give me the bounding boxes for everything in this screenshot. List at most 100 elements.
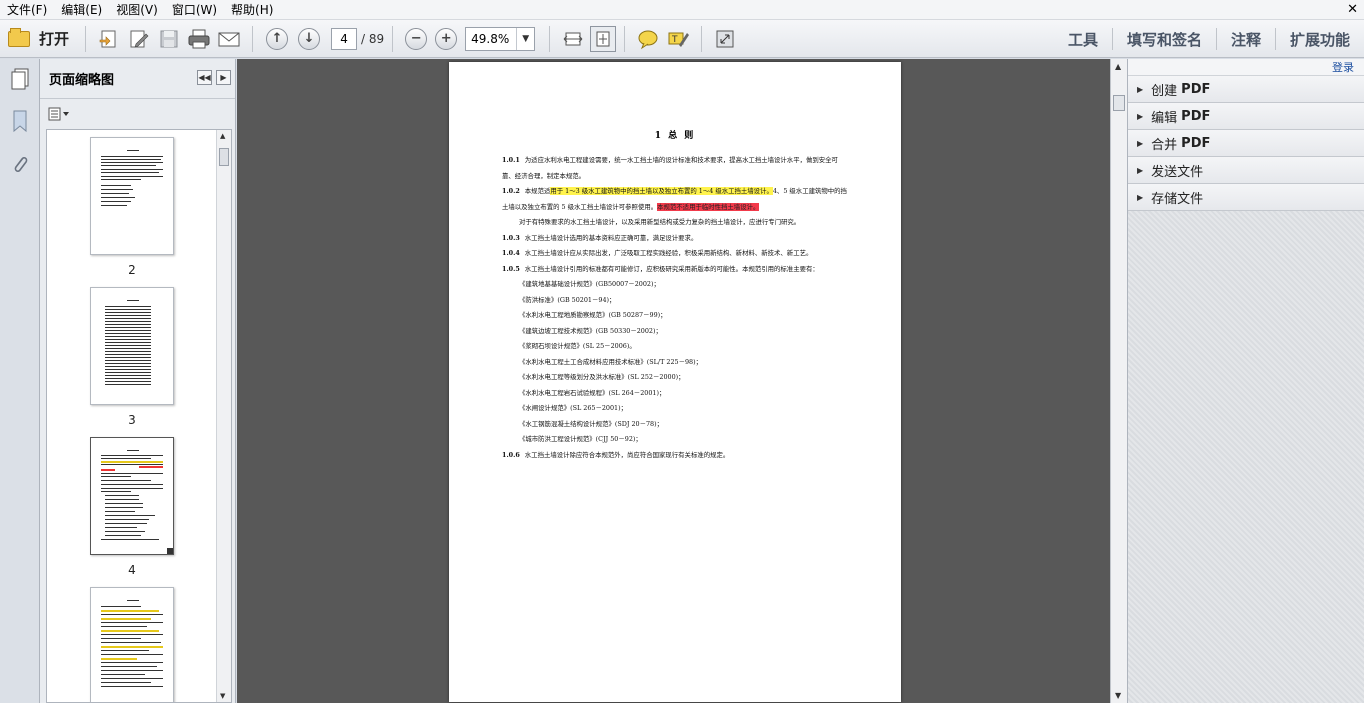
- standard-item: 《浆砌石坝设计规范》(SL 25－2006)。: [519, 342, 636, 350]
- collapse-panel-icon[interactable]: ◀◀: [197, 70, 212, 85]
- thumbnail-page-3[interactable]: [90, 287, 174, 405]
- menu-file[interactable]: 文件(F): [0, 0, 54, 20]
- chevron-right-icon[interactable]: ▶: [216, 70, 231, 85]
- create-button[interactable]: [94, 24, 124, 54]
- scrollbar-thumb[interactable]: [219, 148, 229, 166]
- edit-pdf-item[interactable]: ▶ 编辑 PDF: [1128, 103, 1364, 130]
- menu-help[interactable]: 帮助(H): [224, 0, 280, 20]
- toolbar: 打开 ↑ ↓ 4 / 89 − + 49.8% ▼ T 工具 填写和签名 注释 …: [0, 20, 1364, 58]
- highlight-button[interactable]: T: [663, 24, 693, 54]
- login-link[interactable]: 登录: [1128, 59, 1364, 76]
- standard-item: 《建筑边坡工程技术规范》(GB 50330－2002)；: [519, 326, 662, 335]
- bookmark-icon[interactable]: [9, 109, 31, 133]
- edit-button[interactable]: [124, 24, 154, 54]
- document-view: 1 总 则 1.0.1 为适应水利水电工程建设需要，统一水工挡土墙的设计标准和技术…: [237, 59, 1110, 703]
- menu-window[interactable]: 窗口(W): [165, 0, 224, 20]
- tab-extended[interactable]: 扩展功能: [1276, 29, 1364, 50]
- menu-view[interactable]: 视图(V): [109, 0, 165, 20]
- merge-pdf-item[interactable]: ▶ 合并 PDF: [1128, 130, 1364, 157]
- create-pdf-item[interactable]: ▶ 创建 PDF: [1128, 76, 1364, 103]
- open-button[interactable]: 打开: [0, 24, 77, 54]
- thumbnail-label: 4: [128, 563, 136, 577]
- standard-item: 《城市防洪工程设计规范》(CJJ 50－92)；: [519, 435, 642, 443]
- store-file-item[interactable]: ▶ 存储文件: [1128, 184, 1364, 211]
- clause-1-0-6: 1.0.6 水工挡土墙设计除应符合本规范外，尚应符合国家现行有关标准的规定。: [502, 450, 730, 459]
- scrollbar-thumb[interactable]: [1113, 95, 1125, 111]
- fit-width-icon: [563, 32, 583, 45]
- arrow-up-icon: ↑: [266, 27, 289, 50]
- scroll-up-icon[interactable]: ▲: [220, 132, 225, 140]
- separator: [624, 25, 626, 52]
- navigation-pane-strip: [0, 59, 40, 703]
- options-menu-button[interactable]: [48, 107, 72, 124]
- create-pdf-icon: [99, 30, 116, 47]
- zoom-select[interactable]: 49.8% ▼: [465, 26, 536, 51]
- triangle-right-icon: ▶: [1137, 111, 1144, 121]
- thumbnail-label: 3: [128, 413, 136, 427]
- standard-item: 《水利水电工程等级划分及洪水标准》(SL 252－2000)；: [519, 373, 685, 381]
- print-icon: [188, 29, 210, 48]
- page-total: / 89: [361, 31, 385, 46]
- resize-handle[interactable]: [167, 548, 173, 554]
- attachment-icon[interactable]: [9, 153, 31, 177]
- page-number-input[interactable]: 4: [331, 27, 358, 50]
- pdf-page: 1 总 则 1.0.1 为适应水利水电工程建设需要，统一水工挡土墙的设计标准和技术…: [449, 62, 901, 702]
- clause-1-0-2: 1.0.2 本规范适用于 1～3 级水工建筑物中的挡土墙以及独立布置的 1～4 级…: [502, 187, 847, 211]
- tab-tools[interactable]: 工具: [1054, 29, 1112, 50]
- standard-item: 《建筑地基基础设计规范》(GB50007－2002)；: [519, 280, 660, 288]
- separator: [549, 25, 551, 52]
- thumbnail-page-5[interactable]: [90, 587, 174, 702]
- page-thumbnails-icon[interactable]: [9, 67, 31, 91]
- standard-item: 《水利水电工程土工合成材料应用技术标准》(SL/T 225－98)；: [519, 357, 702, 366]
- triangle-right-icon: ▶: [1137, 84, 1144, 94]
- zoom-in-button[interactable]: +: [431, 24, 461, 54]
- clause-1-0-5: 1.0.5 水工挡土墙设计引用的标准都有可能修订，应积极研究采用新版本的可能性。本…: [502, 264, 819, 273]
- previous-page-button[interactable]: ↑: [261, 24, 293, 54]
- highlight-yellow[interactable]: 用于 1～3 级水工建筑物中的挡土墙以及独立布置的 1～4 级水工挡土墙设计。: [550, 187, 773, 195]
- highlight-red[interactable]: 本规范不适用于临时性挡土墙设计。: [657, 202, 760, 211]
- fullscreen-button[interactable]: [710, 24, 740, 54]
- send-file-item[interactable]: ▶ 发送文件: [1128, 157, 1364, 184]
- fit-page-button[interactable]: [590, 25, 617, 52]
- standard-item: 《水利水电工程地质勘察规范》(GB 50287－99)；: [519, 311, 667, 319]
- arrow-down-icon: ↓: [298, 27, 321, 50]
- comment-button[interactable]: [633, 24, 663, 54]
- thumbnail-page-2[interactable]: [90, 137, 174, 255]
- clause-1-0-4: 1.0.4 水工挡土墙设计应从实际出发，广泛吸取工程实践经验，积极采用新结构、新材…: [502, 249, 813, 257]
- triangle-right-icon: ▶: [1137, 138, 1144, 148]
- close-icon[interactable]: ✕: [1347, 2, 1358, 17]
- separator: [392, 25, 394, 52]
- tab-fill-sign[interactable]: 填写和签名: [1113, 29, 1216, 50]
- thumbnail-label: 2: [128, 263, 136, 277]
- thumbnail-page-4[interactable]: [90, 437, 174, 555]
- scroll-down-icon[interactable]: ▼: [1115, 691, 1121, 700]
- tools-pane: 登录 ▶ 创建 PDF ▶ 编辑 PDF ▶ 合并 PDF ▶ 发送文件 ▶ 存储文件: [1127, 59, 1364, 703]
- print-button[interactable]: [184, 24, 214, 54]
- triangle-right-icon: ▶: [1137, 192, 1144, 202]
- scroll-up-icon[interactable]: ▲: [1115, 62, 1121, 71]
- tab-comment[interactable]: 注释: [1217, 29, 1275, 50]
- menu-edit[interactable]: 编辑(E): [54, 0, 109, 20]
- comment-icon: [638, 30, 658, 49]
- scroll-down-icon[interactable]: ▼: [220, 692, 225, 700]
- standard-item: 《水工钢筋混凝土结构设计规范》(SDJ 20－78)；: [519, 419, 663, 428]
- clause-1-0-3: 1.0.3 水工挡土墙设计选用的基本资料应正确可靠，满足设计要求。: [502, 233, 698, 242]
- thumbnail-scrollbar[interactable]: ▲ ▼: [216, 130, 231, 702]
- separator: [85, 25, 87, 52]
- thumbnails-panel: 页面缩略图 ◀◀ ▶ 2 3 4 ▲ ▼: [40, 59, 236, 703]
- page-body: 1.0.1 为适应水利水电工程建设需要，统一水工挡土墙的设计标准和技术要求，提高水…: [502, 153, 848, 463]
- zoom-out-button[interactable]: −: [401, 24, 431, 54]
- document-scrollbar[interactable]: ▲ ▼: [1110, 59, 1127, 703]
- svg-text:T: T: [671, 35, 678, 45]
- save-button[interactable]: [154, 24, 184, 54]
- menu-bar: 文件(F) 编辑(E) 视图(V) 窗口(W) 帮助(H) ✕: [0, 0, 1364, 20]
- triangle-right-icon: ▶: [1137, 165, 1144, 175]
- toolbar-tabs: 工具 填写和签名 注释 扩展功能: [1054, 20, 1364, 58]
- separator: [252, 25, 254, 52]
- next-page-button[interactable]: ↓: [293, 24, 325, 54]
- standard-item: 《水利水电工程岩石试验规程》(SL 264－2001)；: [519, 388, 666, 397]
- email-button[interactable]: [214, 24, 244, 54]
- fit-width-button[interactable]: [558, 24, 588, 54]
- zoom-value: 49.8%: [471, 31, 510, 46]
- plus-icon: +: [435, 27, 458, 50]
